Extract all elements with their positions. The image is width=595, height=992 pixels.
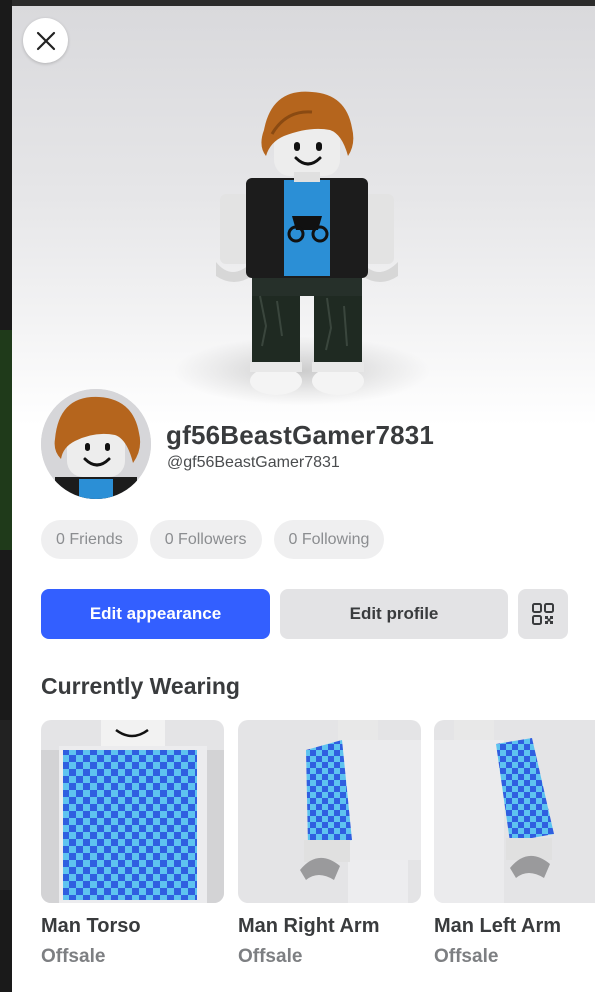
avatar-3d-render (216, 91, 398, 395)
right-arm-thumbnail-image (300, 720, 421, 903)
currently-wearing-title: Currently Wearing (41, 673, 240, 699)
left-arm-thumbnail-image (434, 720, 554, 903)
background-decoration (0, 720, 12, 890)
avatar-headshot[interactable] (41, 389, 151, 499)
edit-appearance-button[interactable]: Edit appearance (41, 589, 270, 639)
following-chip[interactable]: 0 Following (273, 520, 385, 559)
wearing-item-card[interactable]: Man Torso Offsale (41, 720, 224, 968)
qr-code-button[interactable] (518, 589, 568, 639)
item-name: Man Torso (41, 915, 141, 937)
item-thumbnail (434, 720, 595, 903)
item-thumbnail (238, 720, 421, 903)
qr-code-icon (532, 603, 554, 625)
followers-chip[interactable]: 0 Followers (149, 520, 262, 559)
item-name: Man Right Arm (238, 915, 380, 937)
display-name: gf56BeastGamer7831 (166, 420, 435, 450)
close-button[interactable] (23, 18, 68, 63)
avatar-stage (12, 6, 595, 426)
item-name: Man Left Arm (434, 915, 562, 937)
background-app-strip (0, 0, 12, 992)
item-price: Offsale (434, 946, 499, 967)
stats-row: 0 Friends 0 Followers 0 Following (41, 520, 385, 559)
wearing-item-card[interactable]: Man Right Arm Offsale (238, 720, 421, 968)
item-price: Offsale (41, 946, 106, 967)
background-decoration (0, 330, 12, 550)
profile-sheet: gf56BeastGamer7831 @gf56BeastGamer7831 0… (12, 6, 595, 992)
avatar-headshot-image (41, 389, 151, 499)
item-thumbnail (41, 720, 224, 903)
username: @gf56BeastGamer7831 (167, 454, 340, 471)
friends-chip[interactable]: 0 Friends (41, 520, 138, 559)
torso-thumbnail-image (41, 720, 224, 903)
edit-profile-button[interactable]: Edit profile (280, 589, 508, 639)
item-price: Offsale (238, 946, 303, 967)
wearing-item-card[interactable]: Man Left Arm Offsale (434, 720, 595, 968)
close-icon (36, 31, 55, 50)
